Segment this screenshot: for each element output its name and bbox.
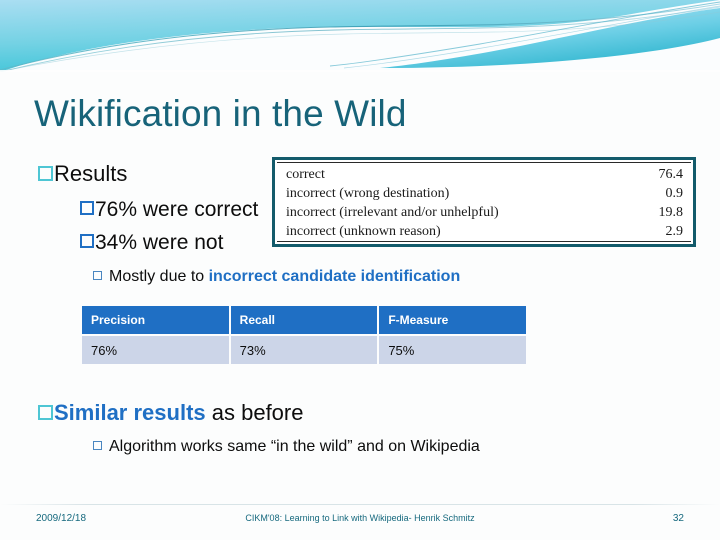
figure-row-value: 76.4 xyxy=(658,167,684,182)
bullet-similar-accent: Similar results xyxy=(54,400,206,425)
column-header-precision: Precision xyxy=(82,306,229,334)
column-header-recall: Recall xyxy=(230,306,378,334)
figure-row-label: incorrect (irrelevant and/or unhelpful) xyxy=(286,205,499,220)
bullet-square-icon xyxy=(80,201,94,216)
bullet-square-icon xyxy=(80,234,94,249)
table-row: 76% 73% 75% xyxy=(82,336,526,364)
bullet-results-label: Results xyxy=(54,161,128,186)
bullet-mostly-prefix: Mostly due to xyxy=(109,268,209,285)
bullet-not: 34% were not xyxy=(80,230,223,255)
figure-row-value: 0.9 xyxy=(665,186,684,201)
cell-fmeasure-value: 75% xyxy=(379,336,526,364)
bullet-algorithm-label: Algorithm works same “in the wild” and o… xyxy=(109,438,480,455)
slide: Wikification in the Wild Results 76% wer… xyxy=(0,0,720,540)
figure-row-label: correct xyxy=(286,167,325,182)
page-title: Wikification in the Wild xyxy=(34,93,407,134)
bullet-similar-suffix: as before xyxy=(205,400,304,425)
metrics-table: Precision Recall F-Measure 76% 73% 75% xyxy=(80,304,528,366)
bullet-square-icon xyxy=(38,404,53,420)
paper-results-table: correct 76.4 incorrect (wrong destinatio… xyxy=(286,165,683,241)
bullet-square-icon xyxy=(93,441,102,451)
bullet-square-icon xyxy=(93,271,102,281)
table-row: incorrect (irrelevant and/or unhelpful) … xyxy=(286,203,683,222)
bullet-mostly-due: Mostly due to incorrect candidate identi… xyxy=(93,267,460,287)
figure-row-value: 2.9 xyxy=(665,224,684,239)
header-wave-decoration xyxy=(0,0,720,72)
footer-page-number: 32 xyxy=(672,513,684,524)
bullet-correct: 76% were correct xyxy=(80,197,258,222)
table-row: correct 76.4 xyxy=(286,165,683,184)
cell-precision-value: 76% xyxy=(82,336,229,364)
figure-row-label: incorrect (unknown reason) xyxy=(286,224,441,239)
bullet-square-icon xyxy=(38,165,53,181)
bullet-similar-results: Similar results as before xyxy=(38,400,303,426)
bullet-mostly-accent: incorrect candidate identification xyxy=(208,268,461,285)
bullet-results: Results xyxy=(38,161,127,187)
footer-divider xyxy=(0,504,720,505)
figure-row-value: 19.8 xyxy=(658,205,684,220)
figure-row-label: incorrect (wrong destination) xyxy=(286,186,450,201)
footer-title: CIKM'08: Learning to Link with Wikipedia… xyxy=(245,513,475,523)
bullet-correct-label: 76% were correct xyxy=(95,198,259,221)
table-row: incorrect (wrong destination) 0.9 xyxy=(286,184,683,203)
bullet-algorithm: Algorithm works same “in the wild” and o… xyxy=(93,437,480,457)
column-header-fmeasure: F-Measure xyxy=(379,306,526,334)
paper-results-figure-inner: correct 76.4 incorrect (wrong destinatio… xyxy=(277,162,691,242)
bullet-not-label: 34% were not xyxy=(95,231,224,254)
paper-results-figure: correct 76.4 incorrect (wrong destinatio… xyxy=(272,157,696,247)
table-header-row: Precision Recall F-Measure xyxy=(82,306,526,334)
cell-recall-value: 73% xyxy=(230,336,378,364)
table-row: incorrect (unknown reason) 2.9 xyxy=(286,222,683,241)
